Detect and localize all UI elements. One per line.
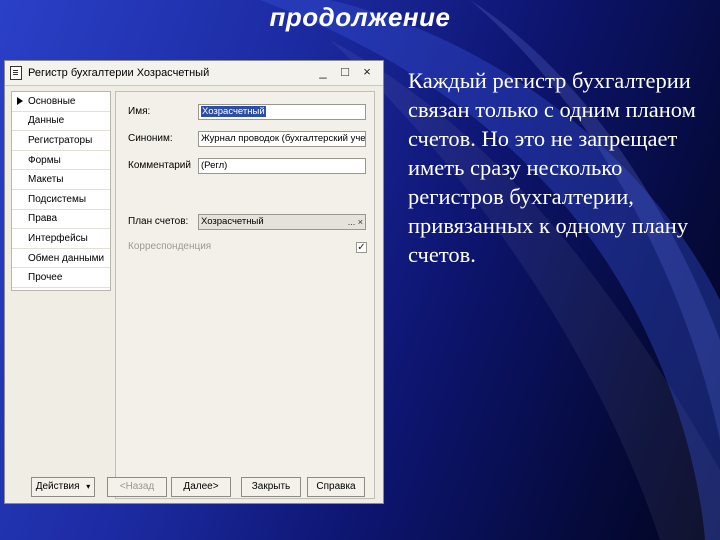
sidebar-item-other[interactable]: Прочее xyxy=(12,268,110,288)
close-window-button[interactable]: × xyxy=(361,64,373,79)
correspondence-checkbox[interactable]: ✓ xyxy=(356,242,367,253)
sidebar-item-label: Права xyxy=(28,213,58,225)
sidebar-item-data[interactable]: Данные xyxy=(12,112,110,132)
slide-body-text: Каждый регистр бухгалтерии связан только… xyxy=(408,68,696,267)
synonym-label: Синоним: xyxy=(128,133,173,144)
sidebar-item-subsystems[interactable]: Подсистемы xyxy=(12,190,110,210)
sidebar-item-label: Формы xyxy=(28,154,61,166)
sidebar-item-label: Регистраторы xyxy=(28,134,93,146)
back-button[interactable]: <Назад xyxy=(107,477,167,497)
slide-title: продолжение xyxy=(269,2,451,32)
name-field[interactable]: Хозрасчетный xyxy=(198,104,366,120)
document-icon xyxy=(10,66,22,80)
maximize-button[interactable]: □ xyxy=(339,64,351,79)
help-button[interactable]: Справка xyxy=(307,477,365,497)
window-title: Регистр бухгалтерии Хозрасчетный xyxy=(28,67,210,79)
name-value: Хозрасчетный xyxy=(201,106,266,117)
sidebar-item-rights[interactable]: Права xyxy=(12,210,110,230)
sidebar-item-registrators[interactable]: Регистраторы xyxy=(12,131,110,151)
chart-of-accounts-value: Хозрасчетный xyxy=(201,216,264,227)
sidebar-item-label: Интерфейсы xyxy=(28,232,88,244)
form-panel: Имя: Хозрасчетный Синоним: Журнал провод… xyxy=(115,91,375,499)
sidebar-item-label: Прочее xyxy=(28,272,63,284)
name-label: Имя: xyxy=(128,106,151,117)
synonym-field[interactable]: Журнал проводок (бухгалтерский учет) xyxy=(198,131,366,147)
select-clear-icons[interactable]: ... × xyxy=(348,215,363,229)
sidebar-item-interfaces[interactable]: Интерфейсы xyxy=(12,229,110,249)
next-button[interactable]: Далее> xyxy=(171,477,231,497)
window-titlebar: Регистр бухгалтерии Хозрасчетный _ □ × xyxy=(5,61,383,86)
sidebar-item-data-exchange[interactable]: Обмен данными xyxy=(12,249,110,269)
minimize-button[interactable]: _ xyxy=(317,64,329,79)
close-button[interactable]: Закрыть xyxy=(241,477,301,497)
sidebar: Основные Данные Регистраторы Формы Макет… xyxy=(11,91,111,291)
chart-of-accounts-field[interactable]: Хозрасчетный ... × xyxy=(198,214,366,230)
correspondence-label: Корреспонденция xyxy=(128,241,212,252)
comment-label: Комментарий xyxy=(128,160,191,171)
sidebar-item-label: Основные xyxy=(28,95,76,107)
chevron-down-icon: ▾ xyxy=(86,482,91,491)
window-controls: _ □ × xyxy=(317,64,373,79)
comment-field[interactable]: (Регл) xyxy=(198,158,366,174)
sidebar-item-forms[interactable]: Формы xyxy=(12,151,110,171)
sidebar-item-templates[interactable]: Макеты xyxy=(12,170,110,190)
sidebar-item-label: Обмен данными xyxy=(28,252,105,264)
sidebar-item-label: Данные xyxy=(28,115,65,127)
button-bar: Действия ▾ <Назад Далее> Закрыть Справка xyxy=(5,475,383,503)
sidebar-item-main[interactable]: Основные xyxy=(12,92,110,112)
actions-button[interactable]: Действия ▾ xyxy=(31,477,95,497)
sidebar-item-label: Подсистемы xyxy=(28,193,87,205)
sidebar-item-label: Макеты xyxy=(28,174,64,186)
register-window: Регистр бухгалтерии Хозрасчетный _ □ × О… xyxy=(4,60,384,504)
actions-button-label: Действия xyxy=(35,481,80,492)
chart-of-accounts-label: План счетов: xyxy=(128,216,189,227)
